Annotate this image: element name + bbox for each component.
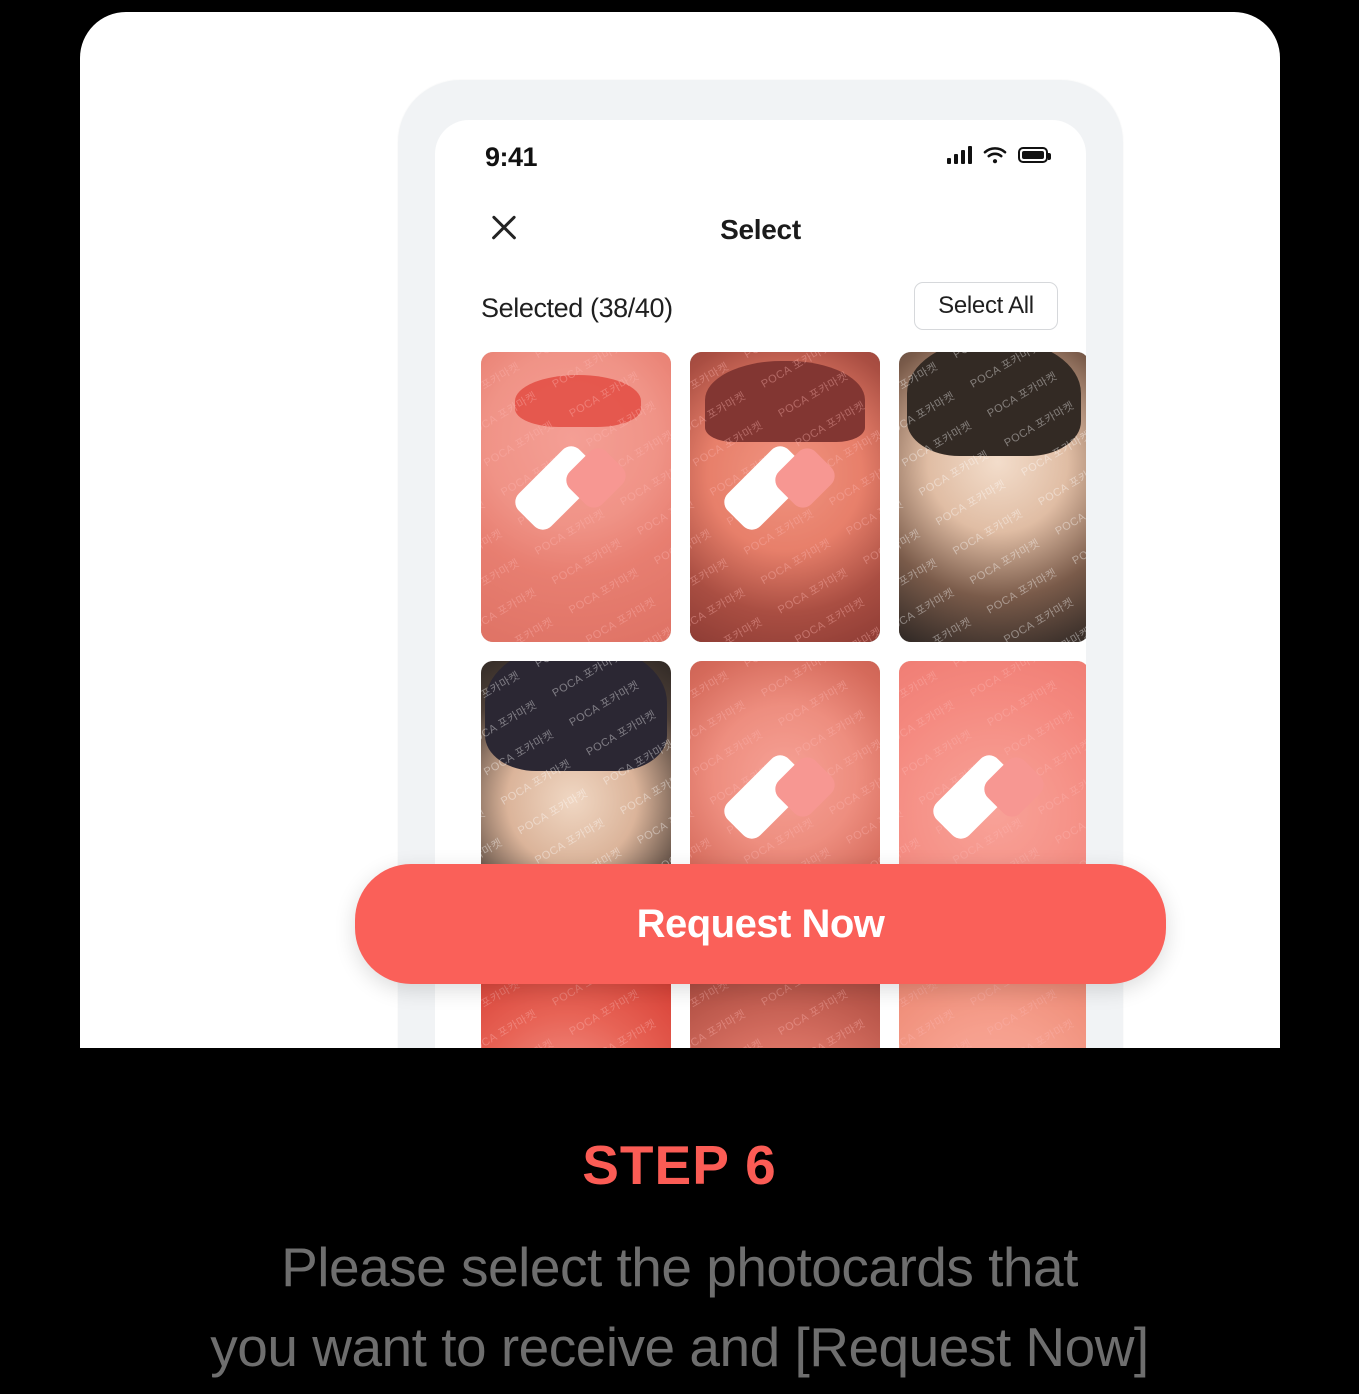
caption-line-1: Please select the photocards that (281, 1236, 1078, 1298)
battery-full-icon (1018, 147, 1051, 163)
step-card: 9:41 Select Selected (38/40) Select All … (80, 12, 1280, 1048)
step-label: STEP 6 (582, 1134, 777, 1196)
photocard-image (899, 352, 1086, 642)
status-icons (947, 146, 1051, 164)
photocard-item[interactable]: POCA 포카마켓POCA 포카마켓POCA 포카마켓POCA 포카마켓POCA… (899, 352, 1086, 642)
caption-line-2: you want to receive and [Request Now] (210, 1315, 1149, 1378)
photocard-item[interactable]: POCA 포카마켓POCA 포카마켓POCA 포카마켓POCA 포카마켓POCA… (690, 352, 880, 642)
page-title: Select (720, 214, 801, 245)
status-time: 9:41 (485, 142, 538, 172)
request-now-button[interactable]: Request Now (355, 864, 1166, 984)
selection-bar: Selected (38/40) Select All (435, 276, 1086, 348)
app-header: Select (435, 192, 1086, 264)
photocard-item[interactable]: POCA 포카마켓POCA 포카마켓POCA 포카마켓POCA 포카마켓POCA… (481, 352, 671, 642)
selected-count-label: Selected (38/40) (481, 293, 673, 323)
select-all-button[interactable]: Select All (914, 282, 1058, 330)
wifi-icon (983, 146, 1007, 164)
status-bar: 9:41 (435, 120, 1086, 192)
cellular-signal-icon (947, 146, 972, 164)
step-caption: Please select the photocards that you wa… (0, 1228, 1359, 1388)
